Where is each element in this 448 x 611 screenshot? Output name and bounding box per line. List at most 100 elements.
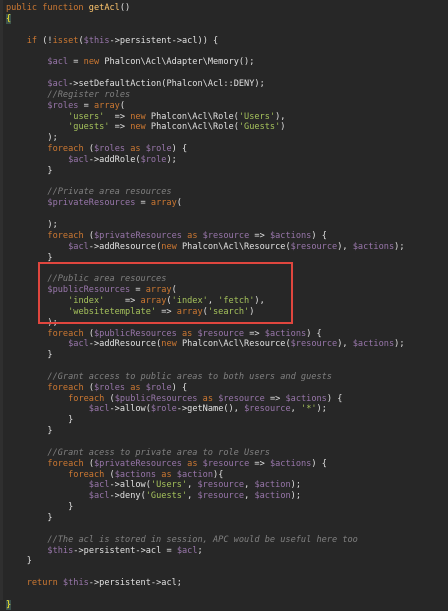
code-line: //The acl is stored in session, APC woul… bbox=[6, 535, 357, 546]
code-line: return $this->persistent->acl; bbox=[6, 578, 182, 589]
code-line: //Public area resources bbox=[6, 274, 166, 285]
code-token: foreach bbox=[68, 469, 110, 480]
code-token: $actions bbox=[352, 339, 395, 350]
code-token: //Grant access to public areas to both u… bbox=[47, 371, 332, 382]
code-line: } bbox=[6, 350, 53, 361]
code-token: 'Guests' bbox=[238, 122, 281, 133]
code-token: => bbox=[109, 122, 131, 133]
code-token: => bbox=[249, 458, 270, 469]
code-line: } bbox=[6, 502, 73, 513]
code-token: Phalcon\Acl\Role( bbox=[150, 122, 239, 133]
code-token: = bbox=[130, 285, 146, 296]
code-token: (), bbox=[223, 404, 245, 415]
code-token: ) { bbox=[171, 382, 188, 393]
code-line: $acl->allow('Users', $resource, $action)… bbox=[6, 480, 301, 491]
code-token: ), bbox=[337, 241, 353, 252]
code-line: 'index' => array('index', 'fetch'), bbox=[6, 296, 265, 307]
code-token: , bbox=[207, 295, 219, 306]
code-token: } bbox=[6, 599, 12, 610]
code-token: -> bbox=[109, 35, 120, 46]
code-token: as bbox=[197, 393, 219, 404]
code-token: array bbox=[176, 306, 203, 317]
code-token: Phalcon\Acl\Role( bbox=[150, 111, 239, 122]
code-token: $resource bbox=[197, 328, 245, 339]
code-token: } bbox=[47, 165, 53, 176]
code-token: $role bbox=[145, 144, 172, 155]
code-line: } bbox=[6, 599, 12, 611]
code-token: ) { bbox=[171, 144, 188, 155]
code-token: $actions bbox=[269, 230, 312, 241]
code-token: public function bbox=[6, 3, 89, 13]
code-token: $privateResources bbox=[94, 230, 182, 241]
code-token: as bbox=[181, 230, 203, 241]
code-token: 'users' bbox=[68, 111, 105, 122]
code-token: $privateResources bbox=[94, 458, 182, 469]
code-token: new bbox=[83, 57, 105, 68]
code-token: $role bbox=[150, 404, 177, 415]
code-line: foreach ($privateResources as $resource … bbox=[6, 230, 326, 242]
code-token: $resource bbox=[202, 458, 250, 469]
code-token: , bbox=[187, 480, 198, 491]
code-line: foreach ($roles as $role) { bbox=[6, 383, 187, 394]
code-token: //Private area resources bbox=[47, 187, 172, 198]
code-token: ) { bbox=[306, 328, 322, 339]
code-token: ; bbox=[176, 578, 182, 589]
code-token: => bbox=[156, 306, 177, 317]
code-token: acl bbox=[161, 578, 177, 589]
code-line: foreach ($roles as $role) { bbox=[6, 144, 187, 155]
code-token: $resource bbox=[197, 491, 245, 502]
code-token: ); bbox=[290, 491, 302, 502]
code-token: 'Users' bbox=[150, 480, 188, 491]
code-token: setDefaultAction bbox=[78, 78, 162, 89]
code-token: $roles bbox=[94, 382, 126, 393]
code-token: allow bbox=[119, 480, 146, 491]
code-token: = bbox=[161, 545, 177, 556]
code-token: , bbox=[244, 491, 255, 502]
code-token: ); bbox=[316, 404, 327, 415]
code-line: $acl->allow($role->getName(), $resource,… bbox=[6, 404, 327, 415]
code-token: ); bbox=[47, 220, 58, 230]
code-token: $action bbox=[254, 491, 291, 502]
code-token: -> bbox=[135, 545, 146, 556]
code-line: $roles = array( bbox=[6, 101, 125, 112]
code-token: ( bbox=[171, 285, 177, 296]
code-token: $acl bbox=[176, 545, 198, 556]
code-token: 'index' bbox=[171, 295, 208, 306]
code-token: addRole bbox=[99, 154, 136, 165]
code-token: () bbox=[119, 3, 131, 13]
code-token: ( bbox=[119, 100, 126, 111]
code-token: Phalcon\Acl\Resource( bbox=[181, 241, 291, 252]
code-token: , bbox=[290, 404, 302, 415]
code-token: } bbox=[47, 350, 53, 361]
code-token: => bbox=[264, 393, 286, 404]
code-token: array bbox=[93, 100, 120, 111]
code-token: getAcl bbox=[88, 3, 120, 13]
code-editor[interactable]: public function getAcl(){ if (!isset($th… bbox=[0, 0, 448, 610]
code-token: = bbox=[135, 198, 151, 209]
code-token: Phalcon\Acl\Resource( bbox=[181, 339, 291, 350]
code-token: array bbox=[140, 295, 167, 306]
code-token: $publicResources bbox=[47, 285, 131, 296]
code-line: } bbox=[6, 253, 52, 264]
code-token: (! bbox=[42, 35, 53, 46]
code-token: (); bbox=[238, 57, 255, 68]
code-token: $roles bbox=[47, 100, 79, 111]
code-token: Phalcon\Acl\Adapter\Memory bbox=[104, 57, 239, 68]
code-token: $role bbox=[145, 382, 172, 393]
code-token: as bbox=[156, 469, 177, 480]
